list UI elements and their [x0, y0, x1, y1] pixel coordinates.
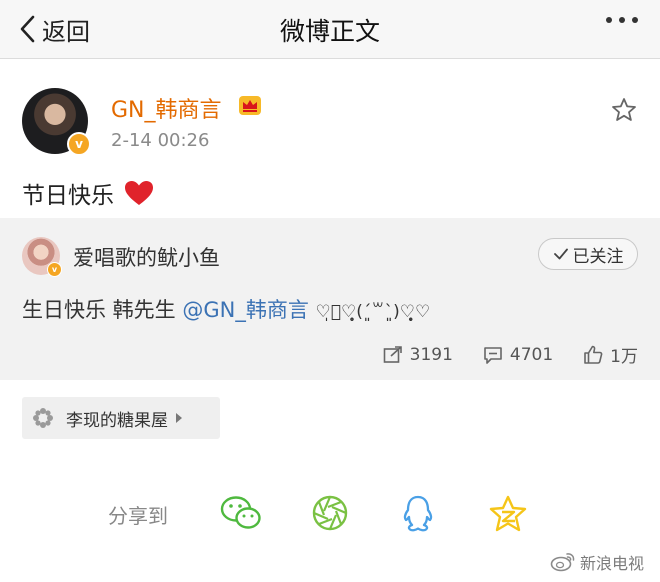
wechat-icon[interactable] [220, 494, 262, 532]
thumbs-up-icon [584, 345, 603, 364]
triangle-right-icon [176, 413, 182, 423]
author-avatar[interactable]: v [22, 88, 91, 156]
mention-link[interactable]: @GN_韩商言 [182, 298, 308, 322]
repost-icon [383, 345, 402, 363]
repost-author-name[interactable]: 爱唱歌的鱿小鱼 [73, 242, 220, 272]
qq-icon[interactable] [401, 494, 435, 534]
weibo-logo-icon [550, 553, 575, 572]
retweeted-post[interactable]: v 爱唱歌的鱿小鱼 已关注 生日快乐 韩先生 @GN_韩商言 ♡̩͙♡̩̥̩(ˊ… [0, 218, 660, 380]
like-count-button[interactable]: 1万 [583, 342, 638, 367]
emoticon-text: ♡̩͙♡̩̥̩(ˊ͈꒳ˋ͈)♡̩̥̩♡ [315, 302, 431, 322]
author-name[interactable]: GN_韩商言 [111, 92, 222, 124]
post-content: 节日快乐 [22, 176, 154, 210]
comment-icon [484, 346, 502, 364]
crown-icon [239, 96, 261, 115]
more-options-button[interactable] [606, 17, 638, 23]
weibo-post: v GN_韩商言 2-14 00:26 节日快乐 [0, 64, 660, 214]
repost-count-button[interactable]: 3191 [383, 342, 453, 367]
post-text: 节日快乐 [22, 183, 114, 209]
like-count: 1万 [610, 347, 638, 367]
dot-icon [606, 17, 612, 23]
verified-badge-icon: v [47, 262, 62, 277]
dot-icon [632, 17, 638, 23]
watermark: 新浪电视 [550, 550, 644, 574]
share-label: 分享到 [108, 504, 168, 528]
location-tag[interactable]: 李现的糖果屋 [22, 397, 220, 439]
checkmark-icon [553, 248, 568, 260]
location-flower-icon [33, 408, 53, 428]
dot-icon [619, 17, 625, 23]
repost-count: 3191 [409, 344, 453, 365]
repost-author-avatar[interactable]: v [22, 237, 62, 277]
repost-text: 生日快乐 韩先生 [22, 298, 183, 322]
heart-icon [125, 181, 153, 205]
page-title: 微博正文 [279, 17, 380, 46]
comment-count: 4701 [509, 344, 554, 365]
following-button[interactable]: 已关注 [538, 238, 638, 270]
repost-content: 生日快乐 韩先生 @GN_韩商言 ♡̩͙♡̩̥̩(ˊ͈꒳ˋ͈)♡̩̥̩♡ [22, 294, 430, 324]
post-timestamp: 2-14 00:26 [111, 130, 210, 151]
wechat-moments-icon[interactable] [311, 494, 349, 532]
share-bar: 分享到 [0, 488, 660, 538]
watermark-text: 新浪电视 [579, 554, 644, 573]
post-stats-bar: 3191 4701 1万 [383, 342, 638, 367]
location-label: 李现的糖果屋 [66, 410, 168, 431]
following-label: 已关注 [572, 246, 624, 267]
verified-badge-icon: v [67, 132, 91, 156]
qzone-star-icon[interactable] [488, 494, 528, 534]
top-nav-bar: 返回 微博正文 [0, 0, 660, 59]
comment-count-button[interactable]: 4701 [483, 342, 553, 367]
favorite-star-icon[interactable] [610, 96, 638, 124]
